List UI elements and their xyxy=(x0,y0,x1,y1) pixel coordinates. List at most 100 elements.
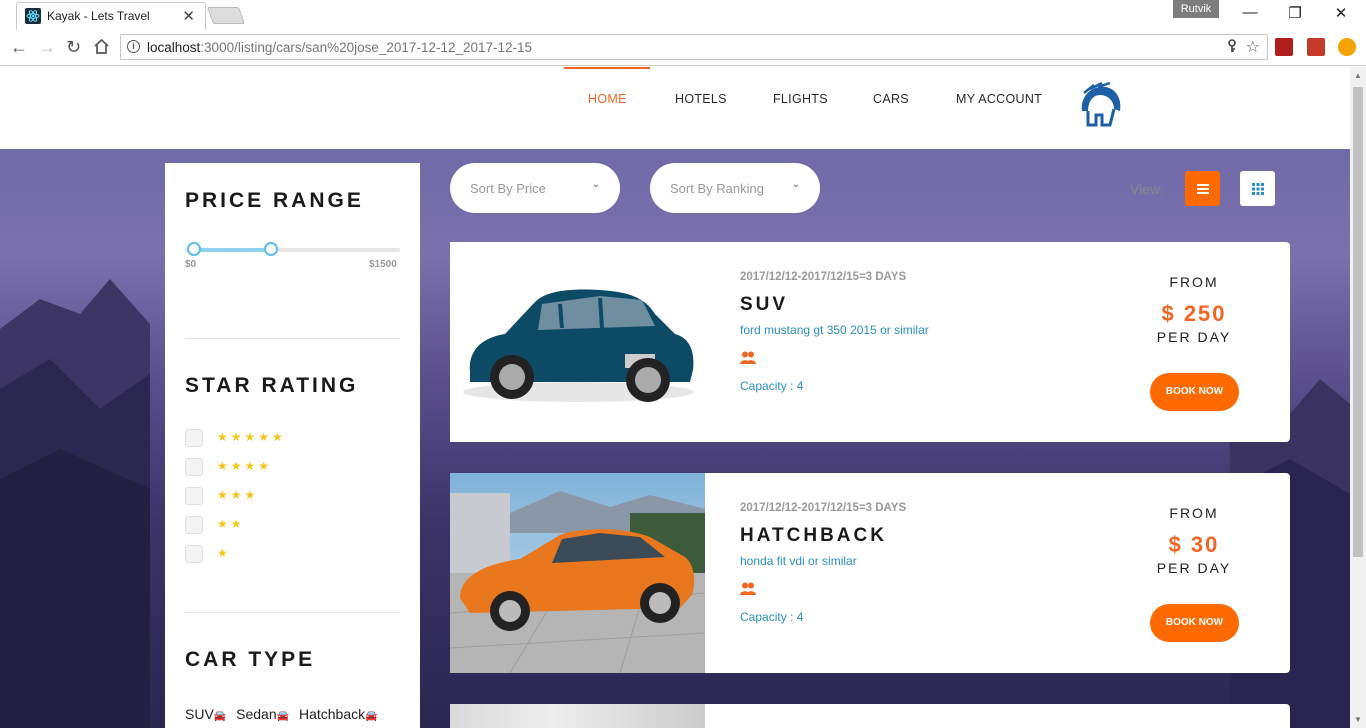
grid-icon xyxy=(1251,182,1264,195)
browser-tab-bar: Kayak - Lets Travel ✕ Rutvik — ❐ ✕ xyxy=(0,0,1366,30)
car-icon: 🚘 xyxy=(365,711,378,722)
forward-arrow-icon[interactable]: → xyxy=(38,38,56,56)
browser-tab[interactable]: Kayak - Lets Travel ✕ xyxy=(16,2,206,30)
star-icon: ★★★ xyxy=(217,488,259,502)
nav-hotels[interactable]: HOTELS xyxy=(675,92,727,106)
tab-close-icon[interactable]: ✕ xyxy=(182,7,195,25)
star-icon: ★★ xyxy=(217,517,245,531)
price-max-label: $1500 xyxy=(369,259,397,270)
nav-my-account[interactable]: MY ACCOUNT xyxy=(956,92,1042,106)
price-slider-fill xyxy=(193,248,271,252)
capacity: Capacity : 4 xyxy=(740,379,804,393)
home-icon[interactable] xyxy=(93,38,110,58)
car-type-title: HATCHBACK xyxy=(740,525,887,546)
page-scrollbar[interactable]: ▲ ▼ xyxy=(1350,67,1366,728)
divider xyxy=(185,338,400,339)
star-rating-checkbox[interactable] xyxy=(185,429,203,447)
nav-flights[interactable]: FLIGHTS xyxy=(773,92,828,106)
new-tab-button[interactable] xyxy=(206,7,246,24)
restore-icon[interactable]: ❐ xyxy=(1285,4,1305,22)
minimize-icon[interactable]: — xyxy=(1240,4,1260,21)
star-rating-checkbox[interactable] xyxy=(185,458,203,476)
users-icon xyxy=(740,351,756,370)
list-icon xyxy=(1196,183,1209,194)
chevron-down-icon: ⌄ xyxy=(591,179,600,190)
page: HOME HOTELS FLIGHTS CARS MY ACCOUNT PRIC… xyxy=(0,67,1350,728)
scroll-down-icon[interactable]: ▼ xyxy=(1354,715,1362,724)
reload-icon[interactable]: ↻ xyxy=(66,38,81,56)
chevron-down-icon: ⌄ xyxy=(791,179,800,190)
pdf-extension-icon[interactable] xyxy=(1275,38,1293,56)
per-day-label: PER DAY xyxy=(1156,560,1232,576)
info-icon[interactable]: i xyxy=(127,40,140,53)
star-icon: ★★★★ xyxy=(217,459,273,473)
address-bar: ← → ↻ i localhost:3000/listing/cars/san%… xyxy=(0,30,1366,66)
back-arrow-icon[interactable]: ← xyxy=(10,38,28,56)
car-type-heading: CAR TYPE xyxy=(185,648,316,671)
url-text: localhost:3000/listing/cars/san%20jose_2… xyxy=(147,40,533,55)
scroll-up-icon[interactable]: ▲ xyxy=(1354,71,1362,80)
car-icon: 🚘 xyxy=(276,711,290,722)
book-now-button[interactable]: BOOK NOW xyxy=(1150,604,1239,642)
car-type-title: SUV xyxy=(740,294,789,315)
per-day-label: PER DAY xyxy=(1156,329,1232,345)
filter-sidebar: PRICE RANGE $0 $1500 STAR RATING ★★★★★ ★★… xyxy=(165,163,420,728)
sort-ranking-label: Sort By Ranking xyxy=(670,181,764,196)
star-rating-checkbox[interactable] xyxy=(185,545,203,563)
car-type-suv[interactable]: SUV xyxy=(185,706,214,722)
car-icon: 🚘 xyxy=(213,711,227,722)
car-type-options: SUV🚘 Sedan🚘 Hatchback🚘 xyxy=(185,706,384,722)
star-rating-checkbox[interactable] xyxy=(185,516,203,534)
price: $ 30 xyxy=(1168,532,1220,557)
capacity: Capacity : 4 xyxy=(740,610,804,624)
sort-by-ranking-dropdown[interactable]: Sort By Ranking ⌄ xyxy=(650,163,820,213)
price-slider[interactable] xyxy=(185,242,400,256)
car-image-hatchback xyxy=(450,473,705,673)
car-listing-card: 2017/12/12-2017/12/15=3 DAYS SUV ford mu… xyxy=(450,242,1290,442)
grid-view-button[interactable] xyxy=(1240,171,1275,206)
react-favicon-icon xyxy=(25,8,41,24)
star-icon: ★★★★★ xyxy=(217,430,286,444)
price-slider-max-handle[interactable] xyxy=(264,242,278,256)
car-model: honda fit vdi or similar xyxy=(740,554,857,568)
price-slider-min-handle[interactable] xyxy=(186,242,201,256)
price-range-heading: PRICE RANGE xyxy=(185,189,364,212)
car-image xyxy=(450,704,705,728)
list-view-button[interactable] xyxy=(1185,171,1220,206)
price: $ 250 xyxy=(1161,301,1227,326)
divider xyxy=(185,612,400,613)
close-window-icon[interactable]: ✕ xyxy=(1331,4,1351,22)
profile-chip[interactable]: Rutvik xyxy=(1173,0,1219,18)
car-listing-card: 2017/12/12-2017/12/15=3 DAYS HATCHBACK h… xyxy=(450,473,1290,673)
site-header: HOME HOTELS FLIGHTS CARS MY ACCOUNT xyxy=(150,67,1230,149)
results-toolbar: Sort By Price ⌄ Sort By Ranking ⌄ View: xyxy=(450,163,1290,215)
rental-dates: 2017/12/12-2017/12/15=3 DAYS xyxy=(740,502,907,514)
rental-dates: 2017/12/12-2017/12/15=3 DAYS xyxy=(740,271,907,283)
from-label: FROM xyxy=(1169,505,1219,521)
spartan-helmet-logo[interactable] xyxy=(1074,81,1124,136)
car-type-hatchback[interactable]: Hatchback xyxy=(299,706,365,722)
nav-home[interactable]: HOME xyxy=(588,92,627,106)
car-listing-card xyxy=(450,704,1290,728)
car-type-sedan[interactable]: Sedan xyxy=(236,706,276,722)
car-model: ford mustang gt 350 2015 or similar xyxy=(740,323,929,337)
upload-extension-icon[interactable] xyxy=(1338,38,1356,56)
scrollbar-thumb[interactable] xyxy=(1353,87,1363,557)
tab-title: Kayak - Lets Travel xyxy=(47,9,150,23)
users-icon xyxy=(740,582,756,601)
key-icon[interactable] xyxy=(1227,39,1237,56)
book-now-button[interactable]: BOOK NOW xyxy=(1150,373,1239,411)
star-icon: ★ xyxy=(217,546,231,560)
nav-active-indicator xyxy=(564,67,650,69)
star-rating-checkbox[interactable] xyxy=(185,487,203,505)
nav-cars[interactable]: CARS xyxy=(873,92,909,106)
price-min-label: $0 xyxy=(185,259,197,270)
view-label: View: xyxy=(1130,181,1164,197)
sort-by-price-dropdown[interactable]: Sort By Price ⌄ xyxy=(450,163,620,213)
from-label: FROM xyxy=(1169,274,1219,290)
screenshot-extension-icon[interactable] xyxy=(1307,38,1325,56)
bookmark-star-icon[interactable]: ☆ xyxy=(1246,37,1260,57)
car-image-suv xyxy=(450,242,705,442)
url-input[interactable]: i localhost:3000/listing/cars/san%20jose… xyxy=(120,34,1268,60)
star-rating-heading: STAR RATING xyxy=(185,374,359,397)
